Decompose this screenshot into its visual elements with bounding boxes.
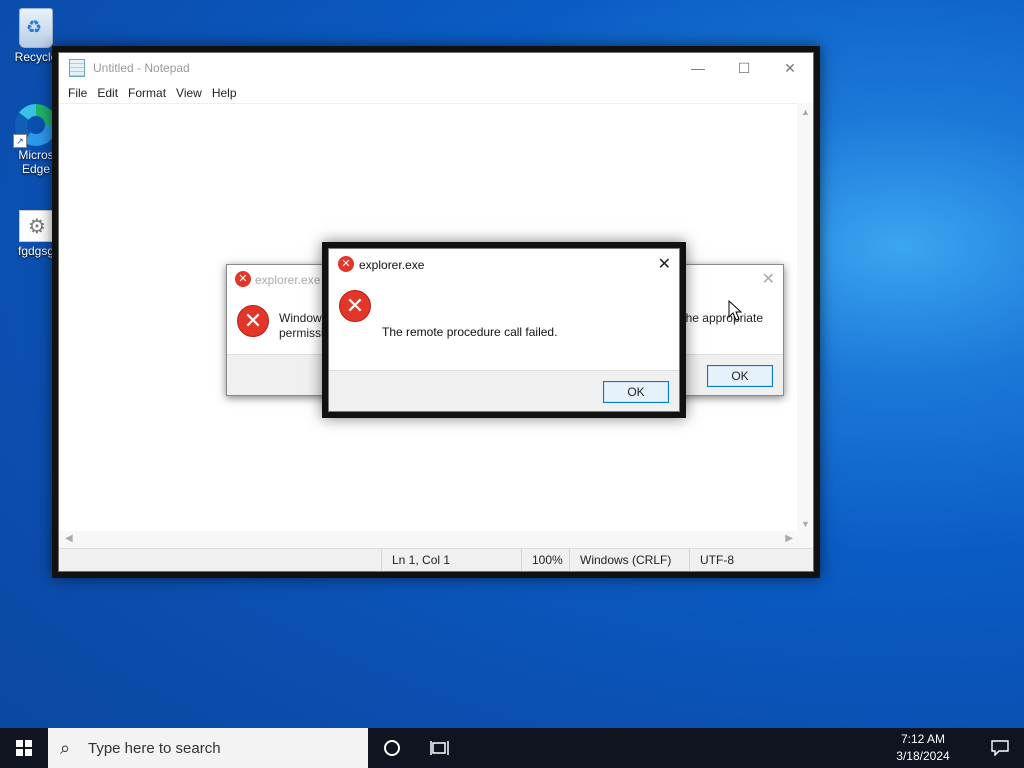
scroll-up-icon[interactable]: ▲ <box>801 107 810 117</box>
error-icon-large: ✕ <box>339 290 371 322</box>
scrollbar-corner <box>797 531 813 549</box>
cortana-button[interactable] <box>368 728 416 768</box>
window-title: Untitled - Notepad <box>93 61 190 75</box>
status-encoding: UTF-8 <box>689 549 734 571</box>
search-placeholder: Type here to search <box>88 739 221 757</box>
shortcut-arrow-icon: ↗ <box>13 134 27 148</box>
menu-help[interactable]: Help <box>207 86 242 100</box>
status-zoom: 100% <box>521 549 563 571</box>
scroll-left-icon[interactable]: ◀ <box>65 533 73 544</box>
scroll-down-icon[interactable]: ▼ <box>801 519 810 529</box>
error-icon: ✕ <box>235 271 251 287</box>
notification-icon <box>991 740 1009 756</box>
status-position: Ln 1, Col 1 <box>381 549 450 571</box>
dialog-footer: OK <box>329 370 679 411</box>
menu-format[interactable]: Format <box>123 86 171 100</box>
menu-file[interactable]: File <box>63 86 92 100</box>
dialog-message: The remote procedure call failed. <box>382 325 558 339</box>
edge-icon: ↗ <box>13 104 57 148</box>
dialog-message-line2: permissio <box>279 326 331 340</box>
menu-edit[interactable]: Edit <box>92 86 123 100</box>
scroll-right-icon[interactable]: ▶ <box>785 533 793 544</box>
action-center-button[interactable] <box>976 728 1024 768</box>
error-icon-large: ✕ <box>237 305 269 337</box>
ok-button[interactable]: OK <box>707 365 773 387</box>
task-view-icon <box>430 741 449 755</box>
error-dialog-front[interactable]: ✕ explorer.exe ✕ ✕ The remote procedure … <box>328 248 680 412</box>
close-icon[interactable]: ✕ <box>762 269 775 289</box>
settings-file-icon <box>19 210 53 242</box>
menu-bar: File Edit Format View Help <box>59 83 813 103</box>
dialog-message-tail: the appropriate <box>682 311 763 325</box>
dialog-title: explorer.exe <box>359 258 425 272</box>
clock-date: 3/18/2024 <box>896 749 950 763</box>
clock-time: 7:12 AM <box>900 732 946 746</box>
system-clock[interactable]: 7:12 AM 3/18/2024 <box>878 731 968 765</box>
minimize-button[interactable]: — <box>675 53 721 83</box>
task-view-button[interactable] <box>416 728 464 768</box>
start-button[interactable] <box>0 728 48 768</box>
search-icon: ⌕ <box>60 737 71 758</box>
search-box[interactable]: ⌕ Type here to search <box>48 728 368 768</box>
menu-view[interactable]: View <box>171 86 207 100</box>
error-icon: ✕ <box>338 256 354 272</box>
close-button[interactable]: ✕ <box>767 53 813 83</box>
dialog-message-line1: Windows <box>279 311 328 325</box>
dialog-title: explorer.exe <box>255 273 321 287</box>
title-bar[interactable]: Untitled - Notepad — ☐ ✕ <box>59 53 813 83</box>
windows-logo-icon <box>16 740 32 756</box>
ok-button[interactable]: OK <box>603 381 669 403</box>
recycle-bin-icon <box>19 8 53 48</box>
taskbar: ⌕ Type here to search 7:12 AM 3/18/2024 <box>0 728 1024 768</box>
status-bar: Ln 1, Col 1 100% Windows (CRLF) UTF-8 <box>59 548 813 571</box>
status-line-endings: Windows (CRLF) <box>569 549 671 571</box>
maximize-button[interactable]: ☐ <box>721 53 767 83</box>
vertical-scrollbar[interactable]: ▲ ▼ <box>797 103 813 531</box>
horizontal-scrollbar[interactable]: ◀ ▶ <box>59 531 797 549</box>
cortana-circle-icon <box>384 740 400 756</box>
notepad-icon <box>69 59 85 77</box>
close-icon[interactable]: ✕ <box>658 254 671 274</box>
mouse-cursor-icon <box>728 300 742 321</box>
